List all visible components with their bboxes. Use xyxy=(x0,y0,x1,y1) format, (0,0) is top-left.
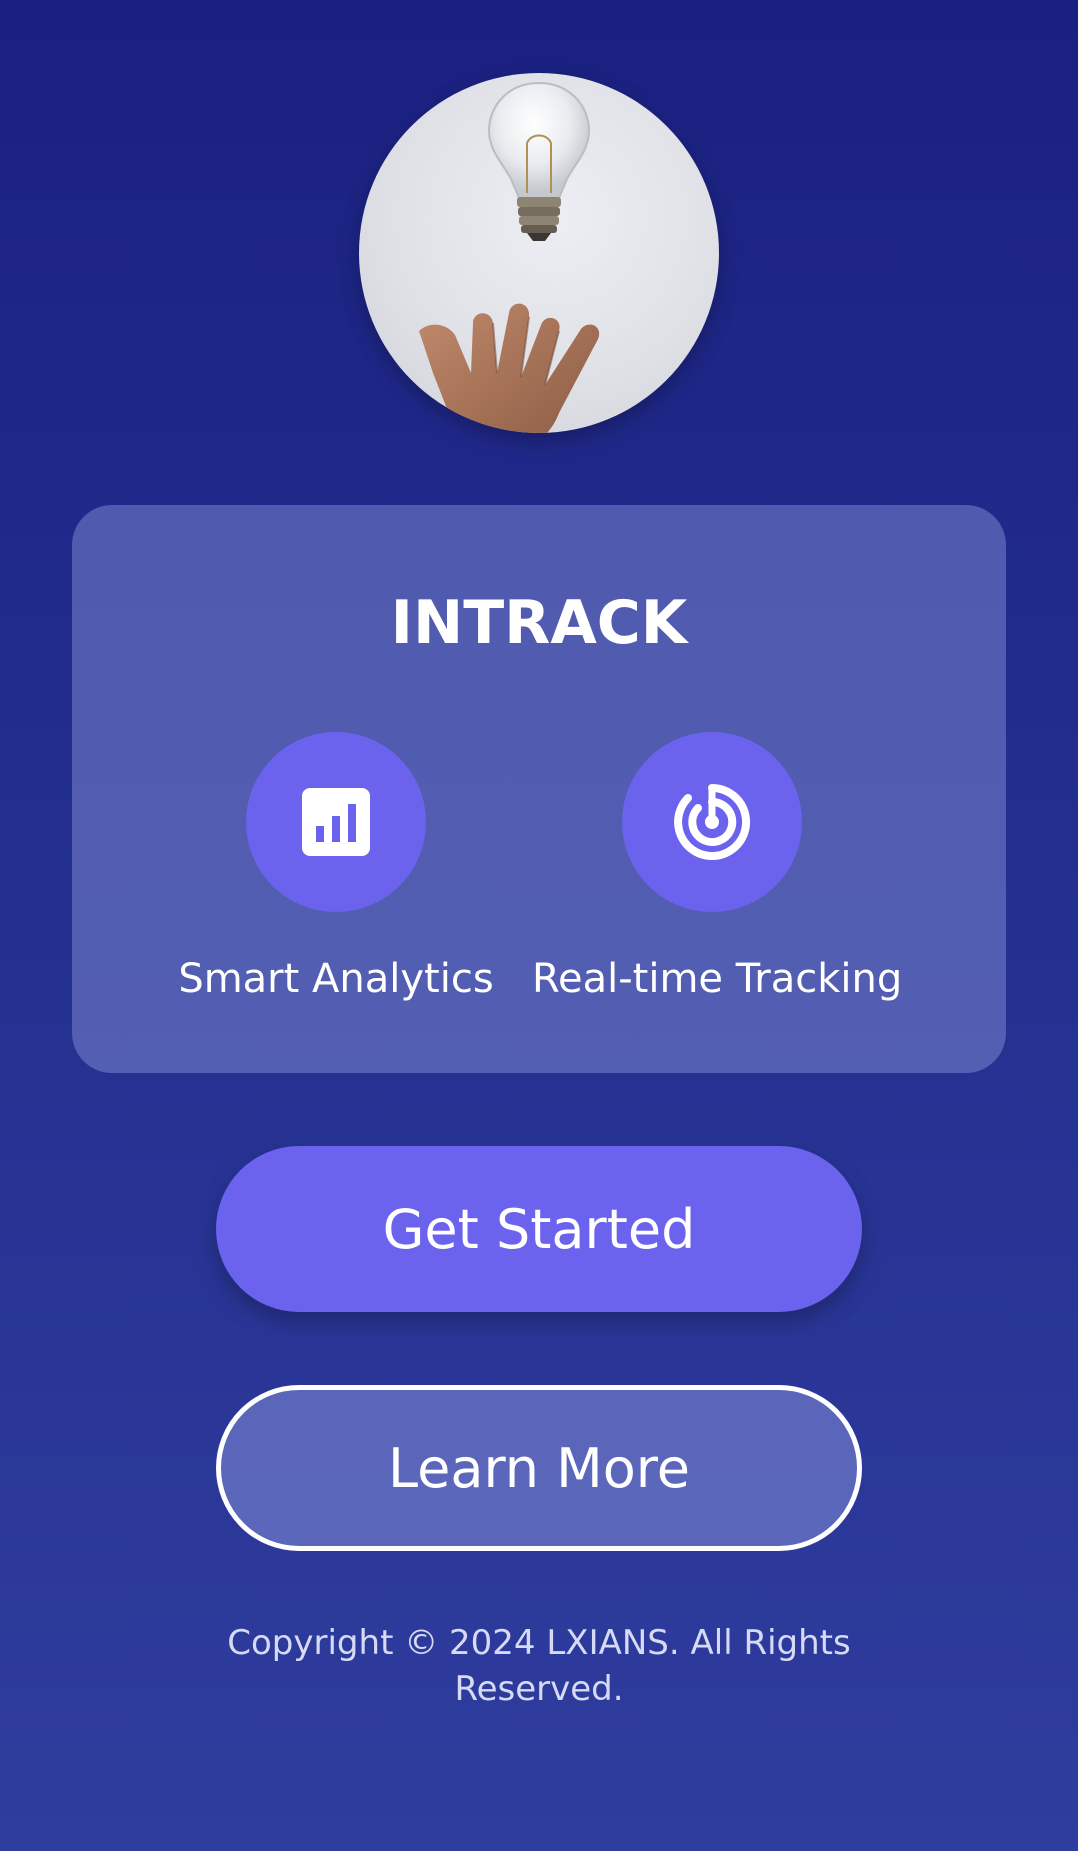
analytics-chart-icon xyxy=(302,788,370,856)
feature-realtime-tracking[interactable]: Real-time Tracking xyxy=(532,732,903,1006)
brand-title: INTRACK xyxy=(390,588,688,658)
welcome-screen: INTRACK Smart Analytics Real-time Tracki… xyxy=(0,0,1078,1851)
feature-label: Real-time Tracking xyxy=(532,956,903,1002)
copyright-text: Copyright © 2024 LXIANS. All Rights Rese… xyxy=(227,1623,851,1709)
feature-card: INTRACK Smart Analytics Real-time Tracki… xyxy=(72,505,1006,1073)
lightbulb-icon xyxy=(487,81,591,241)
feature-icon-circle xyxy=(246,732,426,912)
feature-smart-analytics[interactable]: Smart Analytics xyxy=(156,732,516,1006)
get-started-button[interactable]: Get Started xyxy=(216,1146,862,1312)
hero-image xyxy=(359,73,719,433)
feature-label: Smart Analytics xyxy=(178,956,494,1002)
feature-icon-circle xyxy=(622,732,802,912)
open-hand-icon xyxy=(419,303,599,433)
radar-tracking-icon xyxy=(674,784,751,860)
lightbulb-hand-illustration xyxy=(419,81,599,433)
learn-more-button[interactable]: Learn More xyxy=(216,1385,862,1551)
